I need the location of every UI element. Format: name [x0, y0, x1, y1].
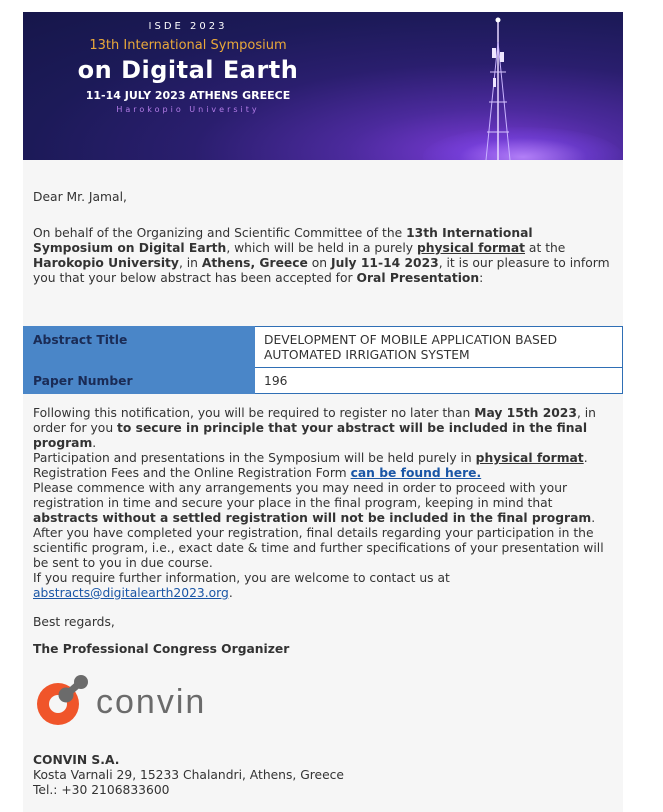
details-paragraph: After you have completed your registrati… [33, 526, 604, 570]
city-name: Athens, Greece [201, 256, 308, 270]
convin-logo-icon: convin [37, 675, 206, 725]
logo-wordmark: convin [96, 683, 206, 721]
email-body: ISDE 2023 13th International Symposium o… [23, 12, 623, 812]
table-row: Abstract Title DEVELOPMENT OF MOBILE APP… [23, 326, 623, 368]
registration-paragraph: Registration Fees and the Online Registr… [33, 466, 613, 481]
abstract-title-label: Abstract Title [23, 326, 255, 368]
paper-number-value: 196 [254, 367, 623, 394]
banner-title: on Digital Earth [77, 56, 299, 84]
table-row: Paper Number 196 [23, 367, 623, 394]
venue-name: Harokopio University [33, 256, 179, 270]
message-content-2: Following this notification, you will be… [23, 406, 623, 798]
format-emphasis: physical format [475, 451, 584, 465]
body-text: . [228, 586, 233, 600]
intro-text: , which will be held in a purely [226, 241, 417, 255]
registration-link[interactable]: can be found here. [351, 466, 482, 480]
message-content: Dear Mr. Jamal, On behalf of the Organiz… [23, 190, 623, 286]
banner-venue: Harokopio University [116, 105, 260, 114]
event-banner: ISDE 2023 13th International Symposium o… [23, 12, 623, 160]
intro-text: On behalf of the Organizing and Scientif… [33, 226, 407, 240]
antenna-tower-icon [485, 17, 511, 160]
closing: Best regards, [33, 615, 115, 629]
body-text: Following this notification, you will be… [33, 406, 475, 420]
arrangements-paragraph: Please commence with any arrangements yo… [33, 481, 613, 526]
body-text: . [583, 451, 588, 465]
abstract-title-value: DEVELOPMENT OF MOBILE APPLICATION BASED … [254, 326, 623, 368]
event-dates: July 11-14 2023 [331, 256, 439, 270]
deadline-paragraph: Following this notification, you will be… [33, 406, 613, 451]
body-text: . [92, 436, 97, 450]
greeting: Dear Mr. Jamal, [33, 190, 127, 204]
signature: The Professional Congress Organizer [33, 642, 290, 656]
banner-symposium: 13th International Symposium [89, 38, 287, 53]
contact-email-link[interactable]: abstracts@digitalearth2023.org [33, 586, 229, 600]
abstract-table: Abstract Title DEVELOPMENT OF MOBILE APP… [23, 326, 623, 394]
company-tel: Tel.: +30 2106833600 [33, 783, 170, 797]
body-text: Participation and presentations in the S… [33, 451, 476, 465]
body-text: Please commence with any arrangements yo… [33, 481, 568, 510]
company-name: CONVIN S.A. [33, 753, 120, 767]
company-address: Kosta Varnali 29, 15233 Chalandri, Athen… [33, 768, 344, 782]
deadline-date: May 15th 2023 [474, 406, 577, 420]
format-emphasis: physical format [416, 241, 526, 255]
presentation-type: Oral Presentation [356, 271, 480, 285]
body-text: If you require further information, you … [33, 571, 450, 585]
intro-text: at the [525, 241, 566, 255]
intro-paragraph: On behalf of the Organizing and Scientif… [33, 226, 613, 286]
deadline-emphasis: to secure in principle that your abstrac… [33, 421, 588, 450]
registration-warning: abstracts without a settled registration… [33, 511, 592, 525]
contact-paragraph: If you require further information, you … [33, 571, 613, 601]
banner-date-place: 11-14 JULY 2023 ATHENS GREECE [85, 89, 291, 102]
intro-text: , in [178, 256, 202, 270]
intro-text: : [479, 271, 484, 285]
banner-acronym: ISDE 2023 [148, 21, 228, 32]
body-text: . [591, 511, 596, 525]
body-text: Registration Fees and the Online Registr… [33, 466, 351, 480]
paper-number-label: Paper Number [23, 367, 255, 394]
intro-text: on [307, 256, 332, 270]
convin-logo: convin [33, 669, 613, 729]
format-paragraph: Participation and presentations in the S… [33, 451, 613, 466]
